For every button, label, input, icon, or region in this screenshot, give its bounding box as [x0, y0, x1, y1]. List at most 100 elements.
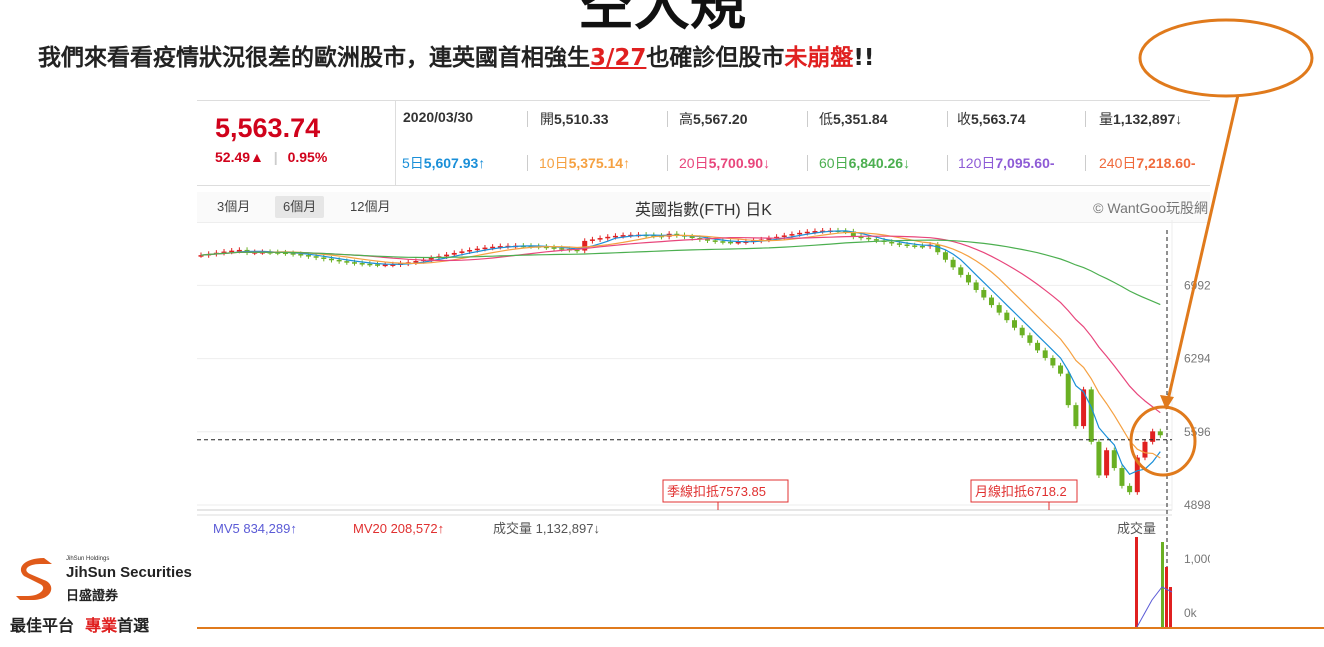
logo-name-en: JihSun Securities: [66, 564, 192, 581]
candle: [728, 241, 734, 244]
candle: [1134, 457, 1140, 493]
candle: [1150, 431, 1156, 442]
candle: [451, 252, 457, 255]
headline-highlight: 未崩盤: [784, 45, 854, 71]
candle: [873, 239, 879, 241]
headline-date: 3/27: [590, 45, 647, 71]
candle: [597, 238, 603, 240]
chart-canvas: 6992 6294 5596 4898 季線扣抵7573.85 月線扣抵6718.2 MV5…: [197, 220, 1210, 627]
candle: [988, 297, 994, 306]
candle: [605, 236, 611, 239]
candle: [413, 261, 419, 263]
volume-axis-label: 成交量: [1117, 521, 1156, 536]
volume-bar: [1161, 542, 1164, 627]
y-tick-label: 6992: [1184, 278, 1210, 292]
candle: [912, 245, 918, 247]
volume-bar: [1165, 567, 1168, 627]
candle: [559, 248, 565, 250]
candle: [804, 231, 810, 234]
candle: [1050, 357, 1056, 366]
candle: [965, 274, 971, 283]
candle: [467, 250, 473, 252]
candle: [482, 247, 488, 250]
deduction-label: 月線扣抵6718.2: [975, 484, 1067, 499]
company-logo: JihSun Holdings JihSun Securities 日盛證券 最…: [10, 548, 200, 638]
candle: [428, 258, 434, 260]
volume-tick-label: 0k: [1184, 606, 1198, 620]
logo-holdings: JihSun Holdings: [66, 556, 110, 562]
candle: [781, 235, 787, 237]
volume-tick-label: 1,000k: [1184, 552, 1210, 566]
candle: [1073, 405, 1079, 427]
y-tick-label: 4898: [1184, 498, 1210, 512]
ma-line-5: [200, 230, 1161, 476]
logo-slogan: 最佳平台 專業首選: [10, 616, 150, 635]
candle: [942, 252, 948, 260]
headline-text-1: 我們來看看疫情狀況很差的歐洲股市，連英國首相強生: [38, 45, 590, 71]
candle: [789, 234, 795, 236]
candle: [866, 237, 872, 240]
logo-name-zh: 日盛證券: [66, 589, 119, 604]
candle: [305, 255, 311, 257]
candle: [382, 264, 388, 267]
candle: [981, 289, 987, 298]
candle: [313, 256, 319, 258]
candle: [889, 241, 895, 244]
candle: [459, 251, 465, 253]
candle: [958, 267, 964, 275]
candle: [712, 240, 718, 242]
candle: [1142, 441, 1148, 458]
candle: [1104, 450, 1110, 476]
candle: [1027, 335, 1033, 343]
candle: [298, 254, 304, 256]
candle: [1119, 468, 1125, 486]
volume-bar: [1135, 537, 1138, 627]
candle: [1042, 350, 1048, 358]
candle: [1012, 320, 1018, 328]
candle: [950, 259, 956, 268]
headline-text-2: 也確診但股市: [646, 45, 785, 71]
candle: [344, 261, 350, 263]
candle: [612, 235, 618, 238]
candle: [904, 244, 910, 246]
candle: [321, 257, 327, 259]
candle: [367, 263, 373, 266]
ma-line-10: [200, 231, 1161, 459]
candle: [359, 263, 365, 265]
y-tick-label: 5596: [1184, 425, 1210, 439]
candle: [336, 259, 342, 262]
candle: [896, 243, 902, 245]
candle: [735, 241, 741, 244]
candle: [328, 258, 334, 261]
headline: 我們來看看疫情狀況很差的歐洲股市，連英國首相強生3/27也確診但股市未崩盤!!: [38, 38, 874, 72]
candle: [1004, 312, 1010, 321]
candle: [973, 282, 979, 290]
candle: [1157, 431, 1163, 436]
volume-bar: [1169, 587, 1172, 627]
candle: [1035, 342, 1041, 351]
candle: [797, 232, 803, 235]
candle: [1096, 441, 1102, 476]
stock-panel: 5,563.74 52.49▲ | 0.95% 2020/03/30 開5,51…: [197, 100, 1210, 627]
candle: [1111, 450, 1117, 469]
candle: [919, 245, 925, 248]
candle: [1127, 485, 1133, 493]
jihsun-mark-icon: [16, 558, 52, 600]
candle: [474, 248, 480, 251]
candle: [996, 305, 1002, 313]
candle: [589, 239, 595, 241]
candle: [229, 250, 235, 253]
candle: [375, 264, 381, 266]
bottom-rule: [197, 627, 1324, 629]
candle: [935, 244, 941, 253]
candle: [689, 236, 695, 239]
volume-legend-item: MV20 208,572↑: [353, 521, 444, 536]
volume-legend-item: MV5 834,289↑: [213, 521, 297, 536]
y-tick-label: 6294: [1184, 352, 1210, 366]
headline-text-3: !!: [853, 45, 875, 71]
slide-title: 空大規: [578, 0, 746, 38]
candle: [720, 241, 726, 243]
candle: [1065, 373, 1071, 406]
candle: [444, 254, 450, 257]
candle: [1019, 327, 1025, 336]
